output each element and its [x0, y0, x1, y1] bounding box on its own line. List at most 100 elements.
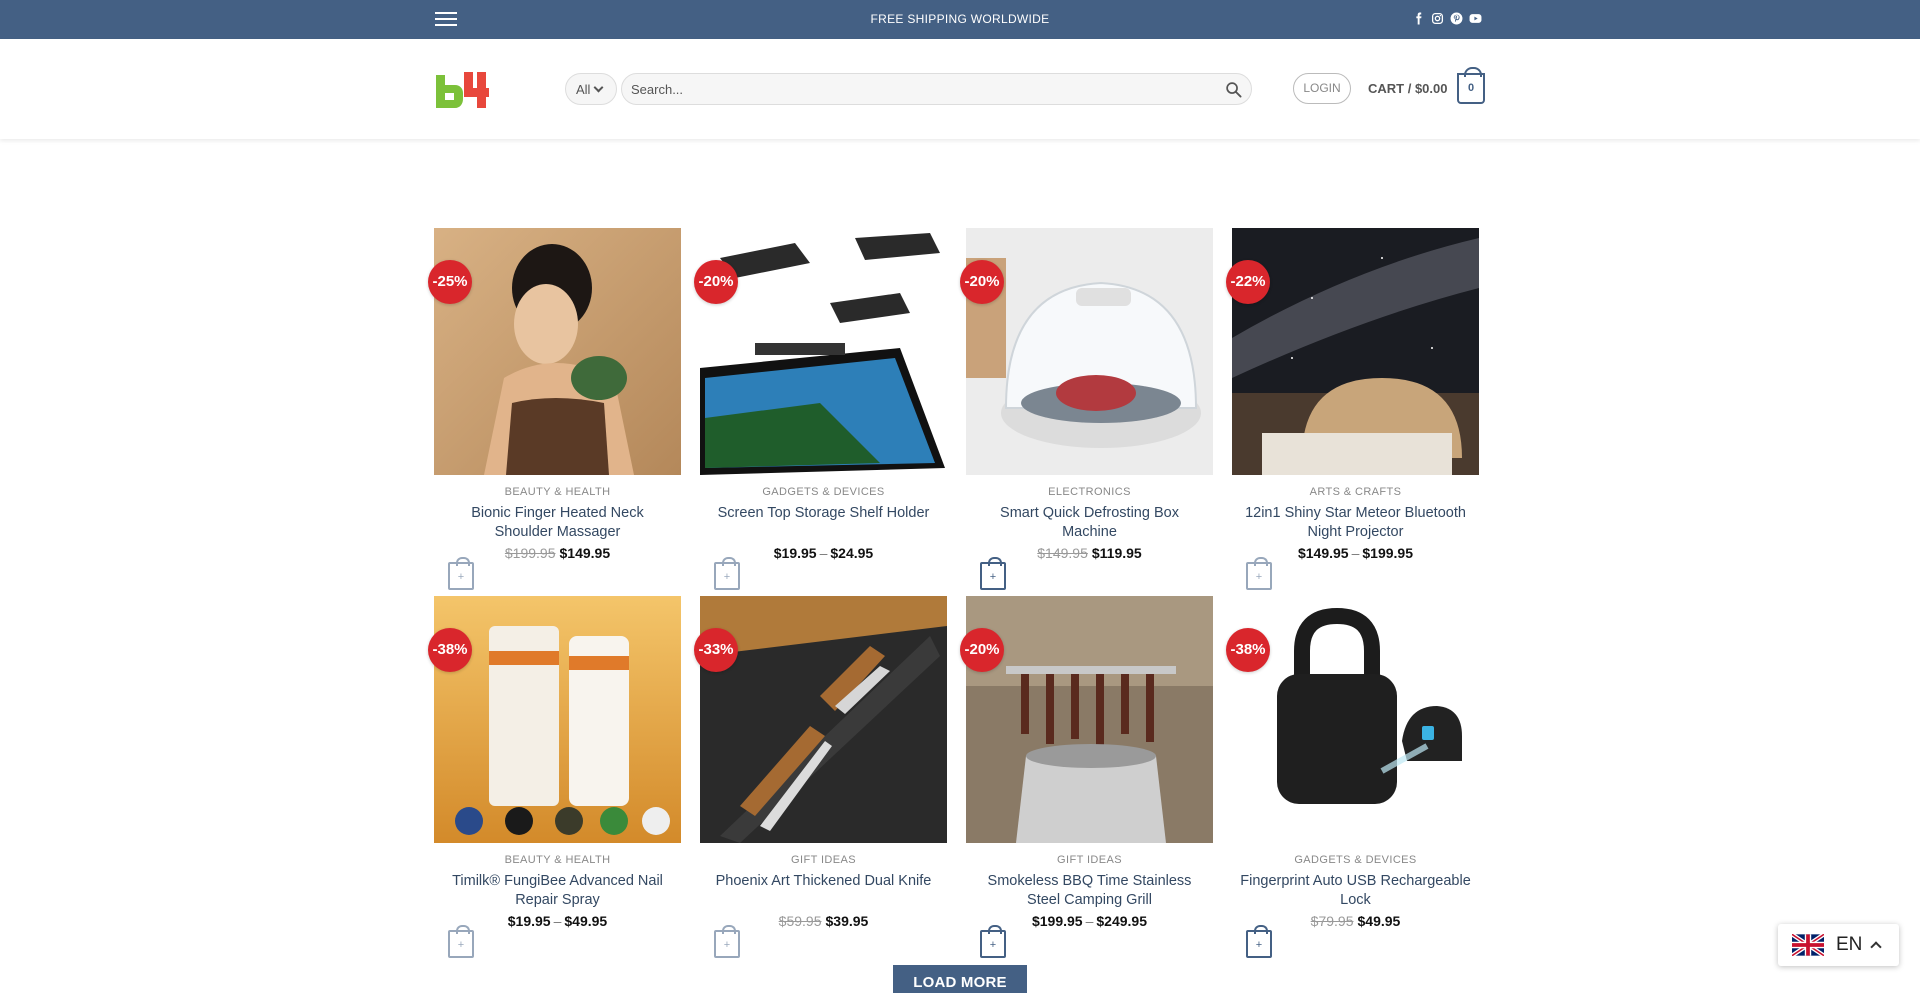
- shipping-notice: FREE SHIPPING WORLDWIDE: [870, 12, 1050, 26]
- product-card: -20% + ELECTRONICS Smart Quick Defrostin…: [960, 228, 1213, 596]
- price-original: $149.95: [1037, 545, 1088, 561]
- category-select[interactable]: All: [565, 73, 617, 105]
- sale-badge: -33%: [694, 628, 738, 672]
- cart-count-icon[interactable]: 0: [1457, 67, 1485, 104]
- product-name[interactable]: Smart Quick Defrosting Box Machine: [966, 504, 1213, 542]
- product-category: GIFT IDEAS: [1057, 854, 1122, 866]
- price-max: $249.95: [1096, 913, 1147, 929]
- product-category: ARTS & CRAFTS: [1309, 486, 1402, 498]
- product-image[interactable]: [966, 596, 1213, 843]
- price-sale: $39.95: [825, 913, 869, 929]
- sale-badge: -20%: [694, 260, 738, 304]
- product-card: -22% + ARTS & CRAFTS 12in1 Shiny Star Me…: [1226, 228, 1479, 596]
- login-button[interactable]: LOGIN: [1293, 73, 1351, 104]
- product-card: -33% + GIFT IDEAS Phoenix Art Thickened …: [694, 596, 947, 964]
- uk-flag-icon: [1792, 934, 1824, 956]
- search-input[interactable]: [631, 74, 1191, 104]
- language-label: EN: [1836, 934, 1863, 955]
- add-to-cart-icon[interactable]: +: [714, 925, 740, 958]
- price-original: $199.95: [504, 545, 556, 561]
- price-separator: –: [819, 545, 828, 561]
- product-name[interactable]: Phoenix Art Thickened Dual Knife: [700, 872, 947, 891]
- product-card: -38% + BEAUTY & HEALTH Timilk® FungiBee …: [428, 596, 681, 964]
- cart-link[interactable]: CART / $0.00: [1368, 80, 1447, 98]
- price-original: $59.95: [778, 913, 822, 929]
- product-name[interactable]: Fingerprint Auto USB Rechargeable Lock: [1232, 872, 1479, 910]
- add-to-cart-icon[interactable]: +: [980, 557, 1006, 590]
- price-sale: $49.95: [1357, 913, 1401, 929]
- price-sale: $149.95: [559, 545, 611, 561]
- product-image[interactable]: [700, 596, 947, 843]
- product-price: $79.95 $49.95: [1232, 911, 1479, 931]
- pinterest-icon[interactable]: [1450, 12, 1463, 25]
- sale-badge: -25%: [428, 260, 472, 304]
- chevron-down-icon: [594, 82, 604, 92]
- sale-badge: -20%: [960, 260, 1004, 304]
- product-price: $149.95 $119.95: [966, 543, 1213, 563]
- product-category: GADGETS & DEVICES: [1294, 854, 1417, 866]
- add-to-cart-icon[interactable]: +: [1246, 557, 1272, 590]
- product-price: $19.95– $24.95: [700, 543, 947, 563]
- product-price: $199.95– $249.95: [966, 911, 1213, 931]
- product-category: GIFT IDEAS: [791, 854, 856, 866]
- price-max: $49.95: [564, 913, 608, 929]
- add-to-cart-icon[interactable]: +: [714, 557, 740, 590]
- product-category: BEAUTY & HEALTH: [504, 486, 611, 498]
- price-separator: –: [1085, 913, 1094, 929]
- product-card: -38% + GADGETS & DEVICES Fingerprint Aut…: [1226, 596, 1479, 964]
- product-price: $199.95 $149.95: [434, 543, 681, 563]
- price-min: $19.95: [773, 545, 817, 561]
- search-icon[interactable]: [1225, 81, 1242, 98]
- top-bar: FREE SHIPPING WORLDWIDE: [0, 0, 1920, 39]
- product-card: -25% + BEAUTY & HEALTH Bionic Finger Hea…: [428, 228, 681, 596]
- price-separator: –: [1351, 545, 1360, 561]
- price-max: $199.95: [1362, 545, 1413, 561]
- language-switcher[interactable]: EN: [1778, 924, 1899, 966]
- add-to-cart-icon[interactable]: +: [1246, 925, 1272, 958]
- search-box[interactable]: [621, 73, 1252, 105]
- sale-badge: -20%: [960, 628, 1004, 672]
- product-image[interactable]: [1232, 596, 1479, 843]
- product-name[interactable]: Timilk® FungiBee Advanced Nail Repair Sp…: [434, 872, 681, 910]
- product-price: $59.95 $39.95: [700, 911, 947, 931]
- price-min: $149.95: [1297, 545, 1349, 561]
- price-min: $19.95: [507, 913, 551, 929]
- price-original: $79.95: [1310, 913, 1354, 929]
- add-to-cart-icon[interactable]: +: [980, 925, 1006, 958]
- product-image[interactable]: [966, 228, 1213, 475]
- product-price: $149.95– $199.95: [1232, 543, 1479, 563]
- product-image[interactable]: [1232, 228, 1479, 475]
- product-image[interactable]: [434, 596, 681, 843]
- product-card: -20% + GADGETS & DEVICES Screen Top Stor…: [694, 228, 947, 596]
- product-category: BEAUTY & HEALTH: [504, 854, 611, 866]
- chevron-up-icon: [1870, 941, 1883, 953]
- price-min: $199.95: [1031, 913, 1083, 929]
- product-card: -20% + GIFT IDEAS Smokeless BBQ Time Sta…: [960, 596, 1213, 964]
- sale-badge: -38%: [428, 628, 472, 672]
- product-price: $19.95– $49.95: [434, 911, 681, 931]
- product-category: GADGETS & DEVICES: [762, 486, 885, 498]
- site-logo[interactable]: [434, 69, 496, 109]
- site-header: All LOGIN CART / $0.00 0: [0, 39, 1920, 139]
- product-name[interactable]: 12in1 Shiny Star Meteor Bluetooth Night …: [1232, 504, 1479, 542]
- add-to-cart-icon[interactable]: +: [448, 925, 474, 958]
- price-sale: $119.95: [1091, 545, 1142, 561]
- product-grid: -25% + BEAUTY & HEALTH Bionic Finger Hea…: [428, 228, 1500, 964]
- price-max: $24.95: [830, 545, 874, 561]
- sale-badge: -22%: [1226, 260, 1270, 304]
- add-to-cart-icon[interactable]: +: [448, 557, 474, 590]
- instagram-icon[interactable]: [1431, 12, 1444, 25]
- category-select-value: All: [576, 81, 591, 97]
- product-name[interactable]: Screen Top Storage Shelf Holder: [700, 504, 947, 523]
- facebook-icon[interactable]: [1412, 12, 1425, 25]
- social-links: [1412, 12, 1482, 25]
- product-category: ELECTRONICS: [1048, 486, 1131, 498]
- sale-badge: -38%: [1226, 628, 1270, 672]
- product-name[interactable]: Smokeless BBQ Time Stainless Steel Campi…: [966, 872, 1213, 910]
- youtube-icon[interactable]: [1469, 12, 1482, 25]
- product-image[interactable]: [434, 228, 681, 475]
- product-name[interactable]: Bionic Finger Heated Neck Shoulder Massa…: [434, 504, 681, 542]
- product-image[interactable]: [700, 228, 947, 475]
- load-more-button[interactable]: LOAD MORE: [893, 965, 1027, 993]
- price-separator: –: [553, 913, 562, 929]
